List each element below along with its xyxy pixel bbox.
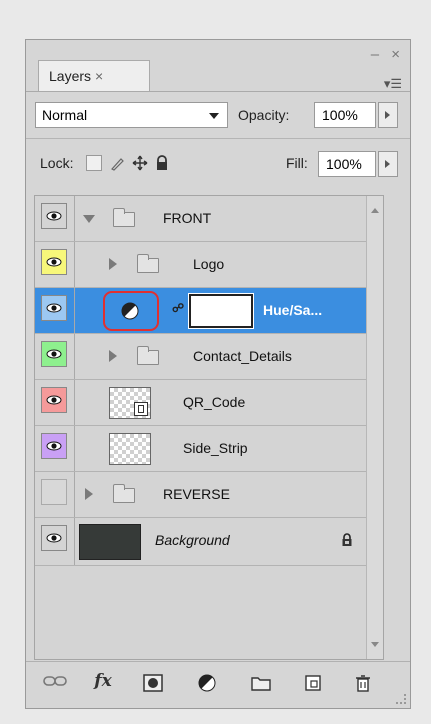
layer-row-front[interactable]: FRONT <box>35 196 383 242</box>
fill-slider-button[interactable] <box>378 151 398 177</box>
expand-triangle-icon[interactable] <box>109 258 117 270</box>
eye-icon[interactable] <box>41 295 67 321</box>
layer-name: REVERSE <box>163 486 230 502</box>
blend-mode-select[interactable]: Normal <box>35 102 228 128</box>
layer-name: FRONT <box>163 210 212 226</box>
opacity-label: Opacity: <box>238 107 290 123</box>
tab-layers[interactable]: Layers × <box>38 60 150 91</box>
smart-object-icon <box>134 402 148 416</box>
mask-icon[interactable] <box>140 674 166 696</box>
layer-name: Contact_Details <box>193 348 292 364</box>
folder-icon <box>113 484 135 503</box>
fx-icon[interactable]: fx <box>90 671 116 691</box>
layers-panel: – × Layers × ▾☰ Normal Opacity: 100% Lock… <box>25 39 411 709</box>
eye-icon[interactable] <box>41 387 67 413</box>
tab-divider <box>26 91 410 92</box>
folder-icon <box>113 208 135 227</box>
layer-row-side-strip[interactable]: Side_Strip <box>35 426 383 472</box>
folder-icon[interactable] <box>248 674 274 696</box>
visibility-cell[interactable] <box>35 426 75 471</box>
layer-name: Background <box>155 532 230 548</box>
layer-list: FRONT Logo ☍ Hue/Sa... Contact_Details Q… <box>34 195 384 660</box>
panel-menu-icon[interactable]: ▾☰ <box>384 76 402 92</box>
visibility-cell[interactable] <box>35 196 75 241</box>
adjustment-icon[interactable] <box>194 674 220 696</box>
lock-icon <box>341 533 353 552</box>
scroll-up-icon[interactable] <box>371 208 379 213</box>
expand-triangle-icon[interactable] <box>85 488 93 500</box>
eye-icon[interactable] <box>41 341 67 367</box>
eye-icon[interactable] <box>41 525 67 551</box>
bottom-toolbar: fx <box>26 661 410 708</box>
lock-move-icon[interactable] <box>132 155 148 171</box>
fill-label: Fill: <box>286 155 308 171</box>
eye-icon[interactable] <box>41 433 67 459</box>
resize-grip[interactable] <box>396 694 406 704</box>
chevron-down-icon <box>209 113 219 119</box>
chain-link-icon[interactable]: ☍ <box>172 301 184 315</box>
layer-row-contact-details[interactable]: Contact_Details <box>35 334 383 380</box>
visibility-cell[interactable] <box>35 380 75 425</box>
eye-hidden-icon[interactable] <box>41 479 67 505</box>
layer-row-hue-saturation[interactable]: ☍ Hue/Sa... <box>35 288 383 334</box>
trash-icon[interactable] <box>350 674 376 696</box>
fill-input[interactable]: 100% <box>318 151 376 177</box>
layer-mask-thumbnail[interactable] <box>188 293 254 329</box>
adjustment-layer-icon <box>121 302 139 325</box>
link-icon[interactable] <box>42 674 68 692</box>
eye-icon[interactable] <box>41 203 67 229</box>
visibility-cell[interactable] <box>35 518 75 565</box>
tab-label: Layers <box>49 68 92 84</box>
expand-triangle-icon[interactable] <box>83 215 95 223</box>
visibility-cell[interactable] <box>35 334 75 379</box>
folder-icon <box>137 346 159 365</box>
visibility-cell[interactable] <box>35 472 75 517</box>
blend-mode-value: Normal <box>42 107 88 123</box>
opacity-input[interactable]: 100% <box>314 102 376 128</box>
scroll-down-icon[interactable] <box>371 642 379 647</box>
layer-name: Logo <box>193 256 225 272</box>
divider <box>26 138 410 139</box>
lock-label: Lock: <box>40 155 74 171</box>
layer-name: Side_Strip <box>183 440 248 456</box>
new-layer-icon[interactable] <box>300 674 326 696</box>
layer-row-reverse[interactable]: REVERSE <box>35 472 383 518</box>
lock-all-icon[interactable] <box>154 155 170 171</box>
layer-row-logo[interactable]: Logo <box>35 242 383 288</box>
visibility-cell[interactable] <box>35 288 75 333</box>
expand-triangle-icon[interactable] <box>109 350 117 362</box>
layer-thumbnail <box>79 524 141 560</box>
lock-transparency-icon[interactable] <box>86 155 102 171</box>
layer-row-background[interactable]: Background <box>35 518 383 566</box>
visibility-cell[interactable] <box>35 242 75 287</box>
layer-name: QR_Code <box>183 394 246 410</box>
tab-close-icon[interactable]: × <box>95 68 103 84</box>
folder-icon <box>137 254 159 273</box>
opacity-slider-button[interactable] <box>378 102 398 128</box>
layer-row-qr-code[interactable]: QR_Code <box>35 380 383 426</box>
eye-icon[interactable] <box>41 249 67 275</box>
window-controls[interactable]: – × <box>371 46 404 63</box>
layer-name: Hue/Sa... <box>263 302 323 318</box>
scrollbar[interactable] <box>366 196 383 659</box>
layer-thumbnail <box>109 433 151 465</box>
lock-brush-icon[interactable] <box>110 155 126 171</box>
